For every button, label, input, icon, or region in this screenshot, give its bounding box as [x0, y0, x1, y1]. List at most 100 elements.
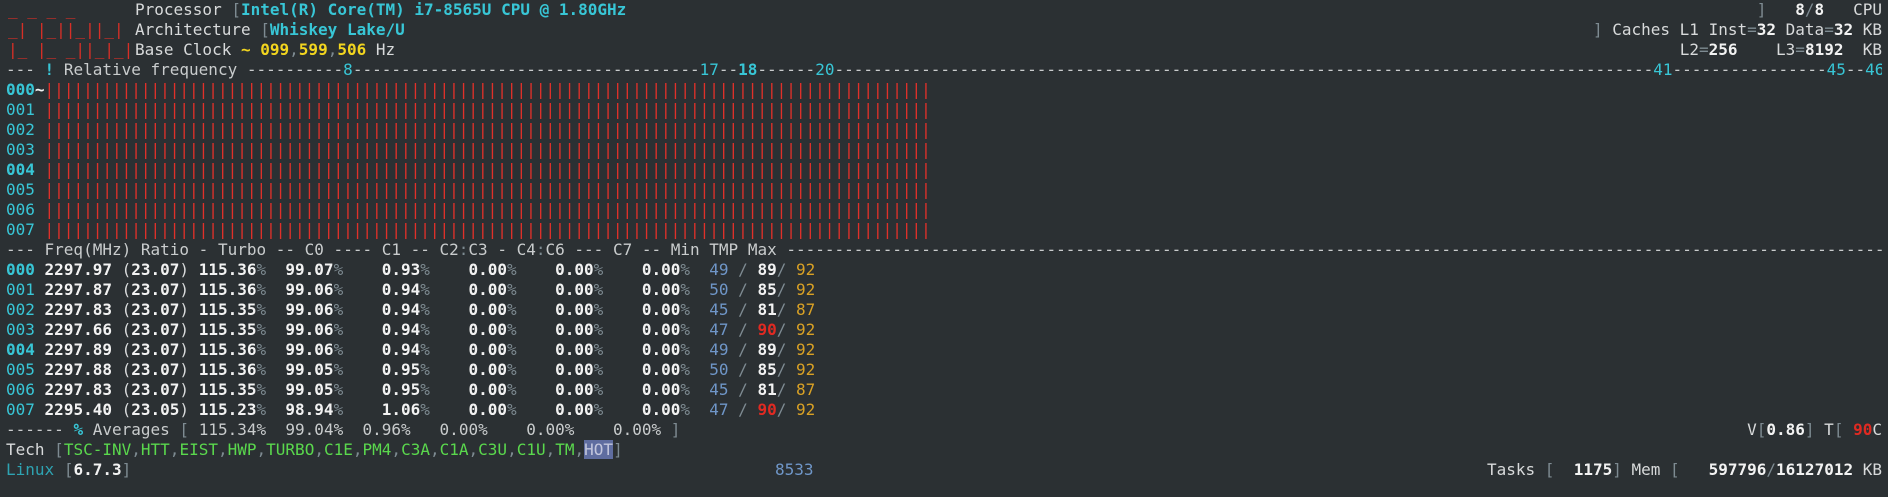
l1-data-value: 32	[1833, 20, 1854, 39]
core-id: 006	[6, 200, 35, 219]
tech-flag: C1U	[516, 440, 546, 459]
bar-row: 002 ||||||||||||||||||||||||||||||||||||…	[6, 120, 931, 140]
averages-label: Averages	[92, 420, 170, 439]
footer-center: 8533	[775, 460, 814, 480]
table-header: --- Freq(MHz) Ratio - Turbo -- C0 ---- C…	[6, 240, 1882, 259]
c3-value: 0.00	[468, 380, 507, 399]
core-id: 000	[6, 80, 35, 99]
c1-value: 0.94	[381, 280, 421, 299]
ratio-value: 23.05	[131, 400, 180, 419]
l3-value: 8192	[1804, 40, 1844, 59]
c1-value: 1.06	[381, 400, 421, 419]
l2-value: 256	[1708, 40, 1738, 59]
c3-value: 0.00	[468, 400, 507, 419]
core-id: 005	[6, 180, 35, 199]
core-id: 007	[6, 220, 35, 239]
core-id: 001	[6, 100, 35, 119]
temp-current: 81	[757, 300, 777, 319]
temp-max: 92	[795, 320, 816, 339]
tech-label: Tech	[6, 440, 45, 459]
bar-row: 007 ||||||||||||||||||||||||||||||||||||…	[6, 220, 931, 240]
c6-value: 0.00	[555, 280, 594, 299]
c6-value: 0.00	[555, 360, 594, 379]
temp-current: 85	[757, 280, 777, 299]
base-clock-row: Base Clock ~ 099,599,506 Hz	[135, 40, 396, 59]
arch-label: Architecture	[135, 20, 251, 39]
c7-value: 0.00	[641, 380, 681, 399]
frequency-bar: ||||||||||||||||||||||||||||||||||||||||…	[34, 120, 931, 139]
logo-line-2: _| |_||_||_|	[8, 20, 124, 39]
clock-label: Base Clock	[135, 40, 232, 59]
tech-hot-flag: HOT	[584, 440, 614, 459]
tech-flag: EIST	[179, 440, 218, 459]
l2-label: L2	[1679, 40, 1699, 59]
c3-value: 0.00	[468, 300, 507, 319]
logo-line-1: _ _ _ _	[8, 0, 76, 19]
ratio-value: 23.07	[131, 300, 180, 319]
kernel-version: 6.7.3	[73, 460, 122, 479]
l1-inst-value: 32	[1756, 20, 1777, 39]
frequency-bar: ||||||||||||||||||||||||||||||||||||||||…	[34, 140, 931, 159]
frequency-bar: ||||||||||||||||||||||||||||||||||||||||…	[34, 160, 931, 179]
core-id: 001	[6, 280, 35, 299]
c1-value: 0.94	[381, 300, 421, 319]
table-row: 003 2297.66 (23.07) 115.35% 99.06% 0.94%…	[6, 320, 816, 339]
c1-value: 0.94	[381, 340, 421, 359]
architecture-row: Architecture [Whiskey Lake/U	[135, 20, 405, 39]
turbo-value: 115.35	[198, 380, 257, 399]
core-id: 002	[6, 300, 35, 319]
temp-min: 50	[709, 360, 729, 379]
c0-value: 99.05	[285, 380, 334, 399]
mem-used: 597796	[1708, 460, 1767, 479]
arch-value: Whiskey Lake/U	[269, 20, 405, 39]
turbo-value: 115.35	[198, 300, 257, 319]
table-row: 000 2297.97 (23.07) 115.36% 99.07% 0.93%…	[6, 260, 816, 279]
turbo-value: 115.36	[198, 260, 257, 279]
turbo-value: 115.23	[198, 400, 257, 419]
clock-a: 099	[260, 40, 290, 59]
c0-value: 99.06	[285, 300, 334, 319]
temp-max: 92	[795, 360, 816, 379]
cpu-label: CPU	[1853, 0, 1882, 19]
l1-data-label: Data	[1785, 20, 1825, 39]
freq-value: 2297.88	[44, 360, 112, 379]
c3-value: 0.00	[468, 320, 507, 339]
temp-max: 87	[795, 300, 816, 319]
mem-total: 16127012	[1776, 460, 1854, 479]
c7-value: 0.00	[641, 360, 681, 379]
clock-unit: Hz	[375, 40, 396, 59]
os-name: Linux	[6, 460, 55, 479]
temp-max: 92	[795, 340, 816, 359]
mem-label: Mem	[1631, 460, 1661, 479]
ruler-toggle[interactable]: !	[45, 60, 55, 79]
c0-value: 99.06	[285, 340, 334, 359]
core-id: 002	[6, 120, 35, 139]
c7-value: 0.00	[641, 340, 681, 359]
tech-flag: PM4	[362, 440, 392, 459]
bar-row: 004 ||||||||||||||||||||||||||||||||||||…	[6, 160, 931, 180]
table-row: 002 2297.83 (23.07) 115.35% 99.06% 0.94%…	[6, 300, 816, 319]
c7-value: 0.00	[641, 280, 681, 299]
freq-value: 2297.89	[44, 340, 112, 359]
tech-flag: C3A	[401, 440, 430, 459]
c1-value: 0.93	[381, 260, 421, 279]
temp-min: 45	[709, 380, 729, 399]
l3-unit: KB	[1862, 40, 1882, 59]
temp-min: 47	[709, 400, 729, 419]
frequency-bar: ||||||||||||||||||||||||||||||||||||||||…	[44, 80, 931, 99]
cpu-total: 8	[1814, 0, 1825, 19]
ratio-value: 23.07	[131, 380, 180, 399]
tech-flag: HWP	[227, 440, 257, 459]
caches-l1: ] Caches L1 Inst=32 Data=32 KB	[1592, 20, 1882, 39]
ratio-value: 23.07	[131, 260, 180, 279]
c7-value: 0.00	[641, 260, 681, 279]
temp-min: 47	[709, 320, 729, 339]
temp-max: 92	[795, 400, 816, 419]
cpu-count: ] 8/8 CPU	[1756, 0, 1882, 19]
tech-flag: TURBO	[266, 440, 315, 459]
bar-row: 001 ||||||||||||||||||||||||||||||||||||…	[6, 100, 931, 120]
turbo-value: 115.35	[198, 320, 257, 339]
c7-value: 0.00	[641, 400, 681, 419]
averages-percent-toggle[interactable]: %	[73, 420, 83, 439]
c0-value: 98.94	[285, 400, 334, 419]
